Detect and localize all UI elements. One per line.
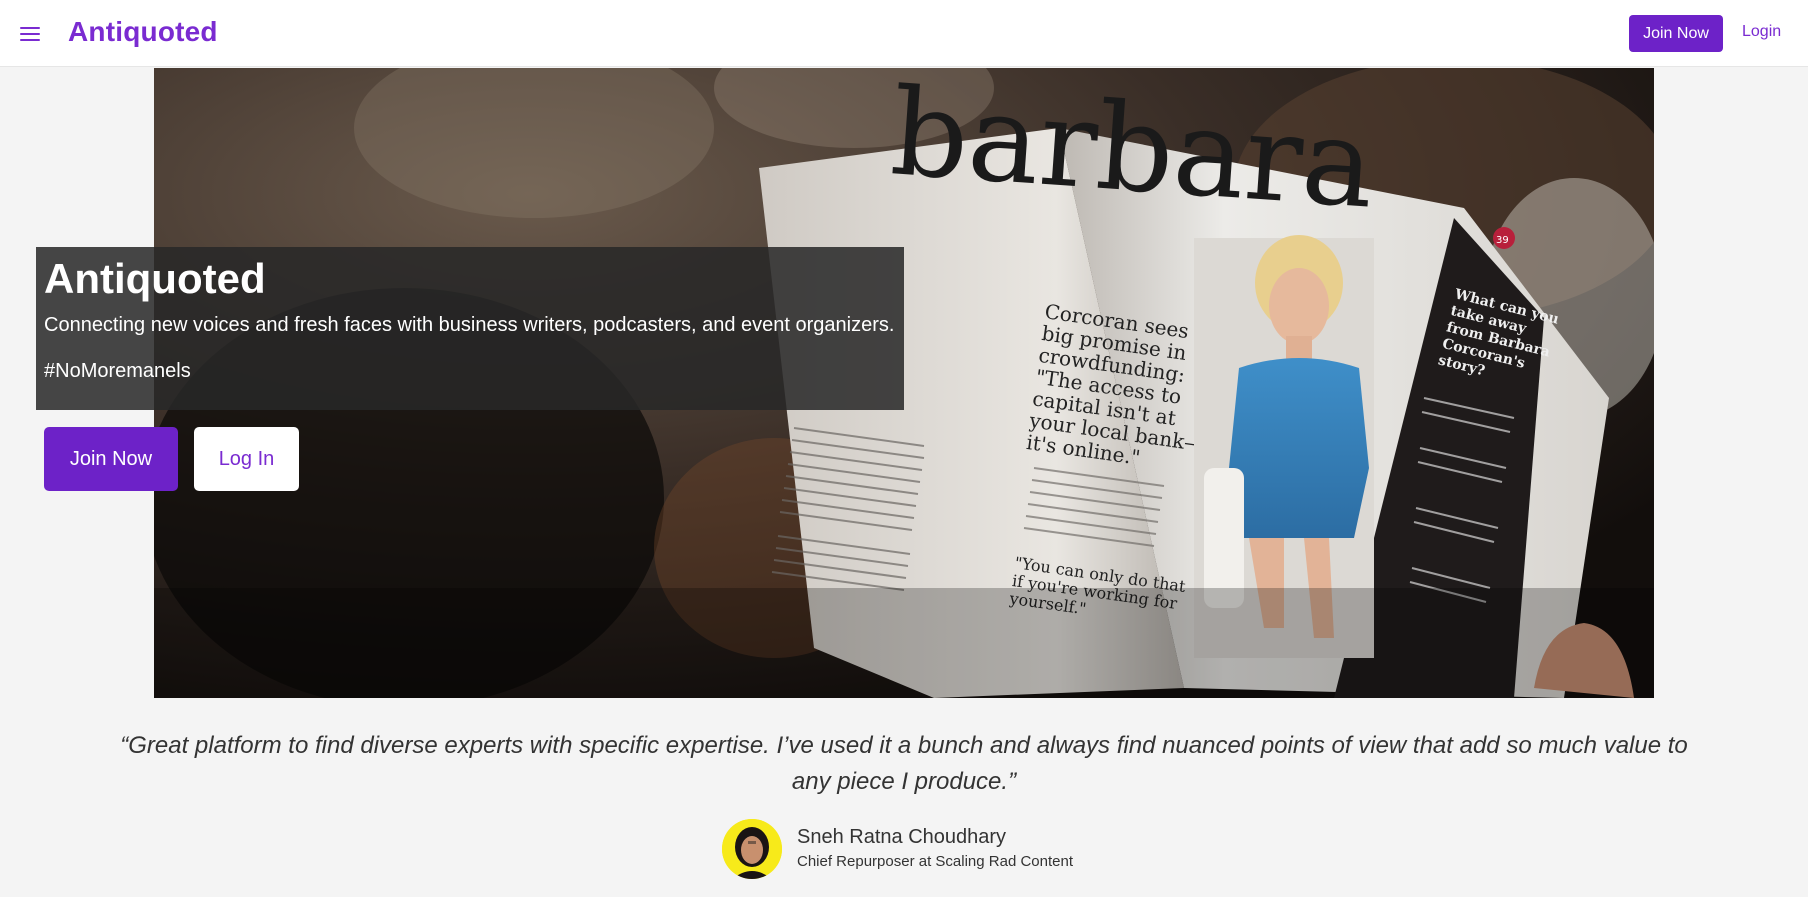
hamburger-menu-icon[interactable]: [20, 24, 42, 42]
hero-join-now-button[interactable]: Join Now: [44, 427, 178, 491]
testimonial-role: Chief Repurposer at Scaling Rad Content: [797, 853, 1073, 870]
brand-logo[interactable]: Antiquoted: [68, 16, 218, 48]
nav-join-now-button[interactable]: Join Now: [1629, 15, 1723, 52]
hero-text-panel: Antiquoted Connecting new voices and fre…: [36, 247, 904, 410]
top-nav-bar: Antiquoted Join Now Login: [0, 0, 1808, 67]
nav-login-link[interactable]: Login: [1742, 23, 1781, 41]
svg-text:39: 39: [1496, 235, 1509, 246]
testimonial-quote: “Great platform to find diverse experts …: [120, 732, 1688, 795]
hero-title: Antiquoted: [44, 255, 266, 302]
hero-hashtag: #NoMoremanels: [44, 360, 191, 382]
testimonial-avatar: [722, 819, 782, 879]
testimonial-name: Sneh Ratna Choudhary: [797, 826, 1007, 848]
hero-subtitle: Connecting new voices and fresh faces wi…: [44, 314, 895, 336]
hero-login-button[interactable]: Log In: [194, 427, 299, 491]
